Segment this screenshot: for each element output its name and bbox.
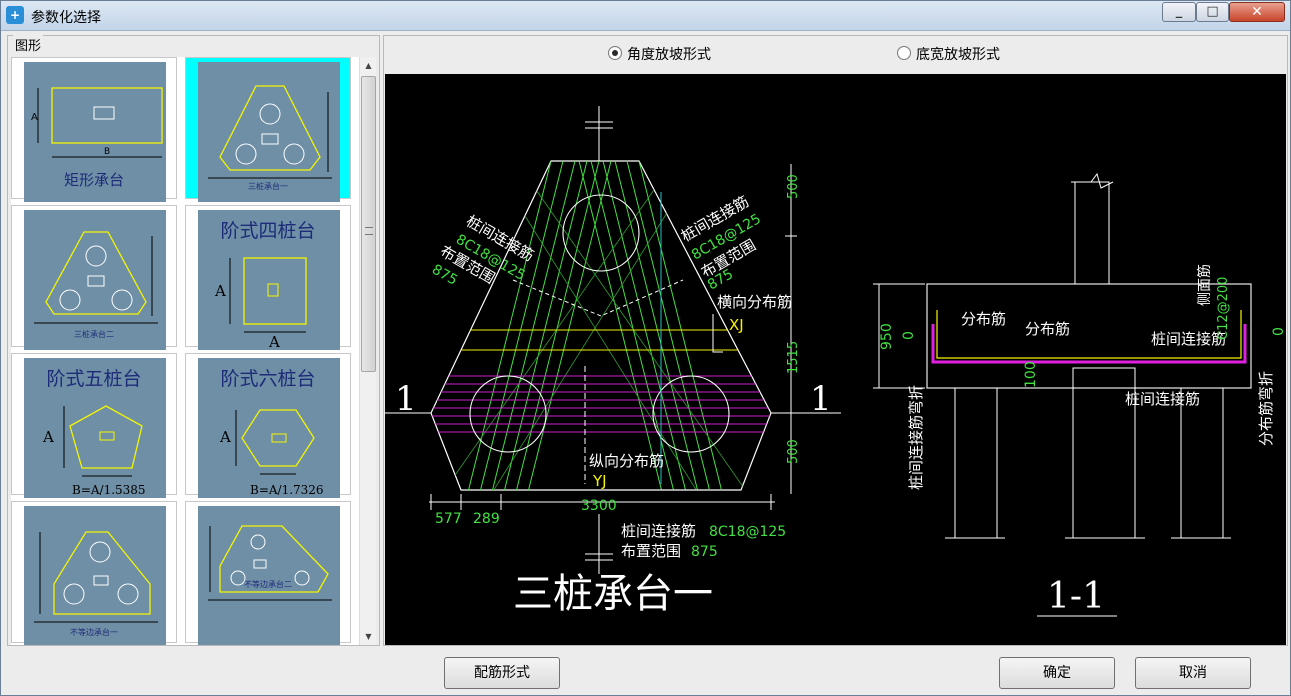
scroll-grip-icon bbox=[365, 227, 373, 235]
title-bar[interactable]: + 参数化选择 _ □ ✕ bbox=[1, 1, 1290, 31]
svg-text:分布筋: 分布筋 bbox=[1025, 320, 1070, 338]
app-icon: + bbox=[6, 6, 24, 24]
svg-text:0: 0 bbox=[901, 331, 917, 340]
thumbnail-step-five-pile[interactable]: A B=A/1.5385 阶式五桩台 bbox=[11, 353, 177, 498]
svg-text:500: 500 bbox=[786, 439, 801, 464]
thumbnail-step-four-pile[interactable]: A A 阶式四桩台 bbox=[185, 205, 351, 350]
svg-text:纵向分布筋: 纵向分布筋 bbox=[589, 452, 664, 470]
svg-text:B=A/1.5385: B=A/1.5385 bbox=[72, 483, 146, 497]
svg-text:100: 100 bbox=[1023, 361, 1039, 388]
svg-text:桩间连接筋: 桩间连接筋 bbox=[621, 522, 696, 540]
thumbnail-scrollbar[interactable]: ▲ ▼ bbox=[359, 57, 376, 645]
svg-text:1515: 1515 bbox=[786, 341, 801, 374]
close-button[interactable]: ✕ bbox=[1229, 2, 1285, 22]
shape-thumbnail-list: A B 矩形承台 三桩承台一 三桩承台二 A A 阶式四桩台 A B=A/1.5… bbox=[11, 57, 359, 645]
unequal-cap-2-preview bbox=[198, 506, 340, 645]
minimize-icon: _ bbox=[1175, 4, 1183, 19]
thumbnail-three-pile-1[interactable]: 三桩承台一 bbox=[185, 57, 351, 202]
close-icon: ✕ bbox=[1251, 4, 1263, 20]
section-title: 1-1 bbox=[1047, 576, 1105, 617]
svg-text:8C18@125: 8C18@125 bbox=[709, 524, 786, 540]
pile-top bbox=[562, 194, 640, 272]
svg-text:950: 950 bbox=[879, 323, 895, 350]
thumbnail-step-six-pile[interactable]: A B=A/1.7326 阶式六桩台 bbox=[185, 353, 351, 498]
rebar-form-button[interactable]: 配筋形式 bbox=[444, 657, 560, 689]
thumbnail-label: 阶式四桩台 bbox=[220, 220, 316, 242]
cad-drawing: 1 1 500 1515 500 577 289 3300 桩间连接筋 8C18… bbox=[385, 106, 1286, 617]
svg-text:桩间连接筋: 桩间连接筋 bbox=[1125, 390, 1200, 408]
svg-text:B=A/1.7326: B=A/1.7326 bbox=[250, 483, 324, 497]
svg-text:3300: 3300 bbox=[581, 498, 617, 514]
window-title: 参数化选择 bbox=[31, 10, 101, 26]
radio-width-label: 底宽放坡形式 bbox=[916, 47, 1000, 63]
thumbnail-label: 阶式五桩台 bbox=[46, 368, 142, 390]
thumbnail-unequal-cap-2[interactable]: 不等边承台二 bbox=[185, 501, 351, 645]
svg-text:0: 0 bbox=[1271, 327, 1286, 336]
svg-text:A: A bbox=[31, 112, 38, 123]
drawing-title: 三桩承台一 bbox=[513, 571, 713, 617]
scroll-up-arrow-icon[interactable]: ▲ bbox=[360, 57, 377, 74]
radio-angle-label: 角度放坡形式 bbox=[627, 47, 711, 63]
thumbnail-unequal-cap-1[interactable]: 不等边承台一 bbox=[11, 501, 177, 645]
scroll-thumb[interactable] bbox=[361, 76, 376, 372]
thumbnail-label: 矩形承台 bbox=[63, 171, 124, 189]
svg-text:B: B bbox=[104, 147, 110, 157]
shape-group-label: 图形 bbox=[13, 35, 44, 54]
svg-text:侧面筋: 侧面筋 bbox=[1196, 264, 1213, 306]
svg-text:A: A bbox=[268, 333, 280, 350]
svg-text:布置范围: 布置范围 bbox=[621, 542, 681, 560]
thumbnail-label: 不等边承台一 bbox=[70, 628, 118, 637]
dialog-window: + 参数化选择 _ □ ✕ 图形 A B 矩形承台 三桩承台一 三桩承台二 A … bbox=[0, 0, 1291, 696]
svg-text:XJ: XJ bbox=[729, 316, 744, 334]
thumbnail-rect-cap[interactable]: A B 矩形承台 bbox=[11, 57, 177, 202]
svg-text:分布筋: 分布筋 bbox=[961, 310, 1006, 328]
svg-text:1: 1 bbox=[395, 379, 417, 419]
unequal-cap-1-preview bbox=[24, 506, 166, 645]
radio-width[interactable] bbox=[897, 46, 911, 60]
thumbnail-label: 三桩承台二 bbox=[74, 330, 114, 339]
svg-text:1: 1 bbox=[810, 379, 832, 419]
svg-text:桩间连接筋: 桩间连接筋 bbox=[1151, 330, 1226, 348]
svg-text:YJ: YJ bbox=[592, 472, 607, 490]
svg-text:875: 875 bbox=[691, 544, 718, 560]
svg-text:289: 289 bbox=[473, 511, 500, 527]
svg-text:577: 577 bbox=[435, 511, 462, 527]
cancel-button[interactable]: 取消 bbox=[1135, 657, 1251, 689]
svg-text:桩间连接筋弯折: 桩间连接筋弯折 bbox=[907, 385, 925, 490]
scroll-down-arrow-icon[interactable]: ▼ bbox=[360, 628, 377, 645]
svg-text:C12@200: C12@200 bbox=[1216, 277, 1231, 340]
svg-text:500: 500 bbox=[786, 174, 801, 199]
thumbnail-label: 三桩承台一 bbox=[248, 182, 288, 191]
drawing-canvas: 1 1 500 1515 500 577 289 3300 桩间连接筋 8C18… bbox=[385, 74, 1286, 645]
svg-text:A: A bbox=[214, 282, 226, 300]
thumbnail-label: 不等边承台二 bbox=[244, 580, 292, 589]
radio-angle[interactable] bbox=[608, 46, 622, 60]
maximize-icon: □ bbox=[1206, 4, 1219, 19]
ok-button[interactable]: 确定 bbox=[999, 657, 1115, 689]
pile-left bbox=[469, 375, 547, 453]
svg-text:A: A bbox=[42, 428, 54, 446]
thumbnail-three-pile-2[interactable]: 三桩承台二 bbox=[11, 205, 177, 350]
minimize-button[interactable]: _ bbox=[1162, 2, 1196, 22]
svg-text:A: A bbox=[219, 428, 231, 446]
thumbnail-label: 阶式六桩台 bbox=[220, 368, 316, 390]
svg-text:横向分布筋: 横向分布筋 bbox=[717, 293, 792, 311]
pile-right bbox=[652, 375, 730, 453]
maximize-button[interactable]: □ bbox=[1196, 2, 1229, 22]
svg-text:分布筋弯折: 分布筋弯折 bbox=[1257, 371, 1275, 446]
